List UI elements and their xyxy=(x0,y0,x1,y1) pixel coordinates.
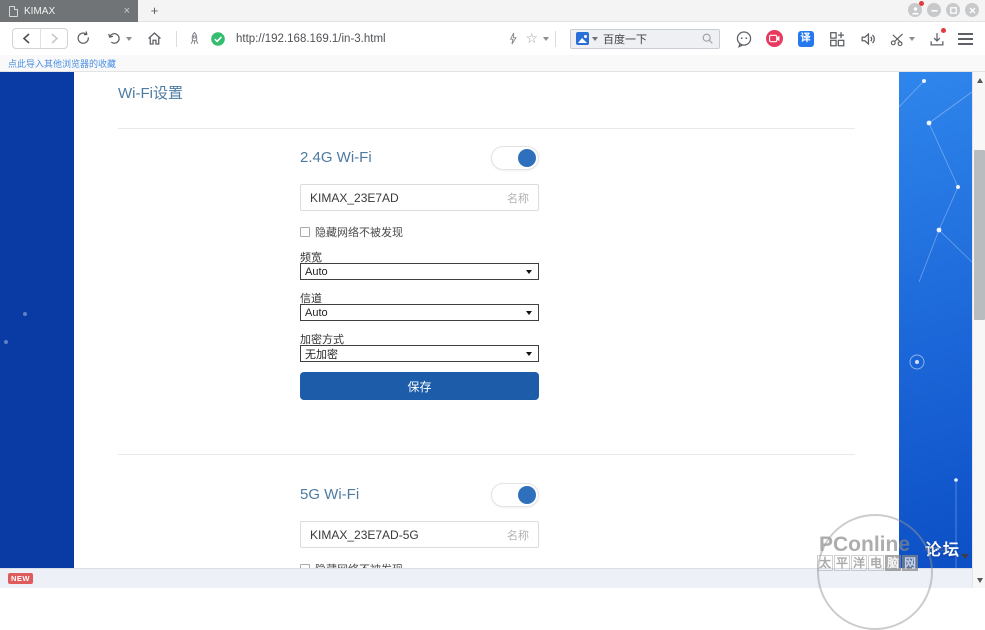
import-bookmarks-link[interactable]: 点此导入其他浏览器的收藏 xyxy=(8,57,116,70)
ssid-5g-input[interactable] xyxy=(310,528,507,542)
sound-speaker-icon[interactable] xyxy=(858,29,877,48)
select-arrow-icon xyxy=(526,270,532,274)
page-scrollbar[interactable] xyxy=(972,72,985,588)
wifi-24g-toggle[interactable] xyxy=(491,146,539,170)
search-magnifier-icon[interactable] xyxy=(701,32,714,45)
new-badge: NEW xyxy=(8,573,33,584)
notification-dot xyxy=(919,1,924,6)
toggle-knob xyxy=(518,486,536,504)
security-shield-icon[interactable] xyxy=(210,31,226,47)
speed-mode-rocket-icon[interactable] xyxy=(187,31,202,46)
lightning-icon[interactable] xyxy=(506,31,520,46)
wifi-5g-header: 5G Wi-Fi xyxy=(300,483,539,507)
close-icon[interactable] xyxy=(965,3,979,17)
baidu-engine-icon[interactable] xyxy=(576,32,589,45)
scroll-down-icon[interactable] xyxy=(973,574,985,586)
section-divider-2 xyxy=(118,454,855,455)
new-tab-button[interactable]: + xyxy=(146,3,163,19)
select-arrow-icon xyxy=(526,311,532,315)
scissors-caret-icon[interactable] xyxy=(909,37,915,41)
feedback-bubble-icon[interactable] xyxy=(734,29,753,48)
bandwidth-select[interactable]: Auto xyxy=(300,263,539,280)
wifi-5g-label: 5G Wi-Fi xyxy=(300,486,359,503)
window-controls xyxy=(908,3,979,17)
screenshot-scissors-icon[interactable] xyxy=(889,29,915,48)
tab-title: KIMAX xyxy=(24,6,122,17)
browser-toolbar: http://192.168.169.1/in-3.html ☆ 百度一下 译 xyxy=(0,22,985,55)
constellation-decoration xyxy=(899,72,972,568)
page-doc-icon xyxy=(9,6,18,17)
router-settings-page: Wi-Fi设置 2.4G Wi-Fi 名称 隐藏网络不被发现 频宽 Auto 信… xyxy=(0,72,985,568)
page-title: Wi-Fi设置 xyxy=(118,82,183,103)
section-divider xyxy=(118,128,855,129)
home-icon[interactable] xyxy=(146,30,163,47)
status-bar: NEW xyxy=(0,568,985,588)
minimize-icon[interactable] xyxy=(927,3,941,17)
browser-titlebar: KIMAX × + xyxy=(0,0,985,22)
encryption-select[interactable]: 无加密 xyxy=(300,345,539,362)
url-text[interactable]: http://192.168.169.1/in-3.html xyxy=(236,33,386,45)
hide-network-24g-row: 隐藏网络不被发现 xyxy=(300,224,403,240)
nav-button-group xyxy=(12,28,68,49)
select-arrow-icon xyxy=(526,352,532,356)
wifi-5g-toggle[interactable] xyxy=(491,483,539,507)
favorites-caret-icon[interactable] xyxy=(543,37,549,41)
ssid-24g-field: 名称 xyxy=(300,184,539,211)
wifi-24g-header: 2.4G Wi-Fi xyxy=(300,146,539,170)
scrollbar-thumb[interactable] xyxy=(974,150,985,320)
maximize-icon[interactable] xyxy=(946,3,960,17)
account-icon[interactable] xyxy=(908,3,922,17)
forward-icon[interactable] xyxy=(40,29,67,48)
hide-network-24g-checkbox[interactable] xyxy=(300,227,310,237)
scroll-up-icon[interactable] xyxy=(973,74,985,86)
ssid-24g-input[interactable] xyxy=(310,191,507,205)
download-notification-dot xyxy=(941,28,946,33)
extensions-icon[interactable] xyxy=(827,29,846,48)
ssid-5g-field: 名称 xyxy=(300,521,539,548)
undo-history-icon[interactable] xyxy=(106,30,132,47)
wifi-24g-section: 2.4G Wi-Fi 名称 隐藏网络不被发现 频宽 Auto 信道 Auto xyxy=(300,146,539,406)
search-box[interactable]: 百度一下 xyxy=(570,29,720,49)
favorite-star-icon[interactable]: ☆ xyxy=(525,30,538,47)
undo-caret-icon[interactable] xyxy=(126,37,132,41)
forum-watermark-label: 论坛 xyxy=(925,536,961,560)
engine-caret-icon[interactable] xyxy=(592,37,598,41)
translate-icon[interactable]: 译 xyxy=(796,29,815,48)
search-input[interactable]: 百度一下 xyxy=(603,31,701,47)
page-left-background xyxy=(0,72,74,568)
channel-select[interactable]: Auto xyxy=(300,304,539,321)
bookmarks-bar: 点此导入其他浏览器的收藏 xyxy=(0,55,985,72)
download-icon[interactable] xyxy=(927,29,946,48)
toggle-knob xyxy=(518,149,536,167)
refresh-icon[interactable] xyxy=(75,30,92,47)
page-right-background: 论坛 xyxy=(899,72,972,568)
browser-tab[interactable]: KIMAX × xyxy=(0,0,138,22)
back-icon[interactable] xyxy=(13,29,40,48)
wifi-24g-label: 2.4G Wi-Fi xyxy=(300,149,372,166)
forum-caret-icon xyxy=(961,554,969,559)
hide-network-24g-label: 隐藏网络不被发现 xyxy=(315,224,403,240)
ssid-24g-hint: 名称 xyxy=(507,190,529,206)
wifi-5g-section: 5G Wi-Fi 名称 隐藏网络不被发现 xyxy=(300,483,539,568)
menu-hamburger-icon[interactable] xyxy=(958,33,973,45)
save-button[interactable]: 保存 xyxy=(300,372,539,400)
settings-content: Wi-Fi设置 2.4G Wi-Fi 名称 隐藏网络不被发现 频宽 Auto 信… xyxy=(74,72,899,568)
tab-close-icon[interactable]: × xyxy=(122,6,132,17)
toolbar-separator xyxy=(176,31,177,47)
ssid-5g-hint: 名称 xyxy=(507,527,529,543)
toolbar-separator-2 xyxy=(555,31,556,47)
video-icon[interactable] xyxy=(765,29,784,48)
